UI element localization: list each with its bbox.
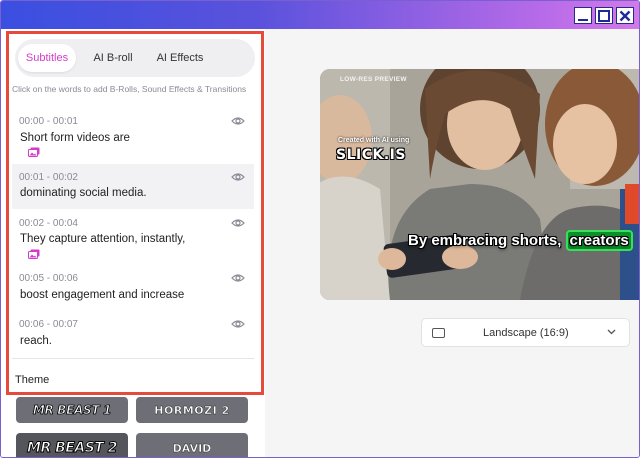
eye-icon[interactable] (231, 319, 245, 329)
subtitle-segment[interactable]: 00:01 - 00:02 dominating social media. (12, 164, 254, 209)
panel-tabs: Subtitles AI B-roll AI Effects (15, 39, 255, 77)
tab-subtitles[interactable]: Subtitles (18, 44, 76, 72)
app-window: Subtitles AI B-roll AI Effects Click on … (0, 0, 640, 458)
theme-card-label: DAVID (172, 441, 212, 455)
maximize-button[interactable] (595, 7, 613, 24)
theme-card-mr-beast-2[interactable]: MR BEAST 2 (16, 433, 128, 457)
theme-card-label: MR BEAST 1 (32, 403, 112, 418)
caption-text: By embracing shorts, (408, 232, 566, 249)
segment-time: 00:06 - 00:07 (19, 319, 78, 330)
preview-scene-image (320, 69, 639, 300)
segment-time: 00:01 - 00:02 (19, 172, 78, 183)
subtitle-segment[interactable]: 00:02 - 00:04 They capture attention, in… (12, 210, 254, 263)
caption-highlight-word: creators (565, 230, 633, 251)
preview-label: LOW-RES PREVIEW (340, 76, 407, 83)
minimize-icon (578, 18, 588, 21)
hint-text: Click on the words to add B-Rolls, Sound… (12, 84, 247, 94)
eye-icon[interactable] (231, 172, 245, 182)
eye-icon[interactable] (231, 218, 245, 228)
video-preview[interactable]: LOW-RES PREVIEW Created with AI using SL… (320, 69, 639, 300)
minimize-button[interactable] (574, 7, 592, 24)
segment-text[interactable]: dominating social media. (20, 187, 147, 199)
close-button[interactable] (616, 7, 634, 24)
chevron-down-icon (607, 329, 616, 335)
subtitle-segment[interactable]: 00:05 - 00:06 boost engagement and incre… (12, 265, 254, 310)
eye-icon[interactable] (231, 273, 245, 283)
segment-time: 00:05 - 00:06 (19, 273, 78, 284)
theme-label: Theme (15, 374, 50, 386)
broll-image-icon[interactable] (28, 249, 40, 259)
caption-preview: By embracing shorts, creators (408, 230, 633, 251)
subtitle-segment[interactable]: 00:06 - 00:07 reach. (12, 311, 254, 356)
aspect-ratio-select[interactable]: Landscape (16:9) (421, 318, 630, 347)
aspect-ratio-label: Landscape (16:9) (483, 327, 569, 339)
segment-text[interactable]: Short form videos are (20, 132, 130, 144)
segment-text[interactable]: They capture attention, instantly, (20, 233, 185, 245)
tab-ai-broll[interactable]: AI B-roll (85, 44, 141, 72)
watermark-brand: SLICK.IS (336, 147, 406, 163)
theme-card-label: MR BEAST 2 (27, 440, 118, 457)
segment-text[interactable]: boost engagement and increase (20, 289, 184, 301)
broll-image-icon[interactable] (28, 147, 40, 157)
tab-ai-effects[interactable]: AI Effects (149, 44, 211, 72)
theme-card-hormozi-2[interactable]: HORMOZI 2 (136, 397, 248, 423)
theme-card-label: HORMOZI 2 (154, 403, 230, 417)
watermark-text: Created with AI using (338, 137, 410, 144)
maximize-icon (598, 9, 610, 22)
eye-icon[interactable] (231, 116, 245, 126)
theme-card-mr-beast-1[interactable]: MR BEAST 1 (16, 397, 128, 423)
close-icon (619, 10, 631, 21)
segment-time: 00:02 - 00:04 (19, 218, 78, 229)
subtitle-segment[interactable]: 00:00 - 00:01 Short form videos are (12, 109, 254, 162)
segment-text[interactable]: reach. (20, 335, 52, 347)
theme-card-david[interactable]: DAVID (136, 433, 248, 457)
divider (12, 358, 254, 359)
title-bar (1, 1, 639, 29)
segment-time: 00:00 - 00:01 (19, 116, 78, 127)
landscape-icon (432, 328, 445, 338)
